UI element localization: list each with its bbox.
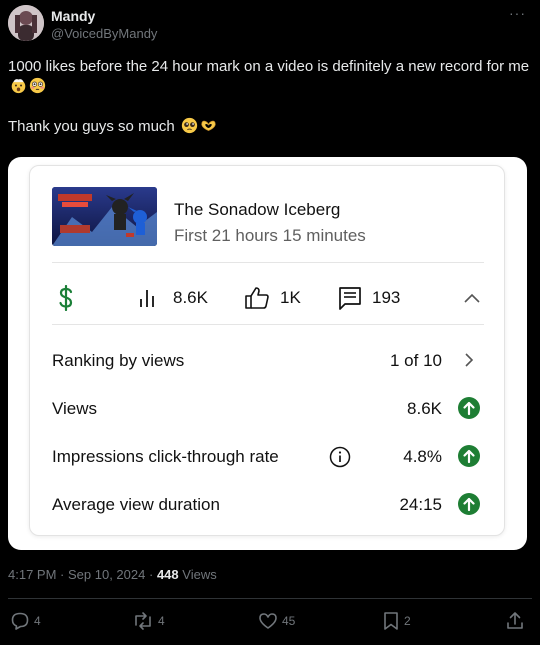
repost-button[interactable]: 4 xyxy=(132,610,165,632)
monetization-icon[interactable] xyxy=(57,278,75,318)
metric-label: Average view duration xyxy=(52,495,220,514)
metric-value: 1 of 10 xyxy=(390,351,442,370)
metric-label: Views xyxy=(52,399,98,418)
divider xyxy=(52,324,484,325)
views-count: 448 xyxy=(156,567,179,582)
tweet-meta: 4:17 PM · Sep 10, 2024 · 448 Views xyxy=(8,567,217,582)
tweet-text: 1000 likes before the 24 hour mark on a … xyxy=(8,57,533,137)
views-stat[interactable]: 8.6K xyxy=(138,278,208,318)
reply-icon xyxy=(11,612,29,630)
tweet-date[interactable]: Sep 10, 2024 xyxy=(68,567,145,582)
metric-row-ctr: Impressions click-through rate 4.8% xyxy=(52,436,484,476)
heart-icon xyxy=(259,613,277,629)
heart-hands-emoji xyxy=(201,120,216,131)
author-handle[interactable]: @VoicedByMandy xyxy=(51,26,157,41)
divider xyxy=(8,598,532,599)
tweet-header: Mandy @VoicedByMandy ··· xyxy=(8,5,532,45)
likes-stat[interactable]: 1K xyxy=(244,278,301,318)
exploding-head-emoji xyxy=(11,79,26,94)
bookmark-icon xyxy=(384,612,398,630)
avatar[interactable] xyxy=(8,5,44,41)
share-button[interactable] xyxy=(505,610,525,632)
metric-label: Ranking by views xyxy=(52,351,185,370)
video-thumbnail[interactable] xyxy=(52,187,157,246)
action-bar: 4 4 45 2 xyxy=(8,610,532,632)
bookmark-count: 2 xyxy=(404,614,411,628)
video-title[interactable]: The Sonadow Iceberg xyxy=(174,200,340,220)
info-icon[interactable] xyxy=(329,446,351,468)
divider xyxy=(52,262,484,263)
share-icon xyxy=(507,612,523,629)
more-icon[interactable]: ··· xyxy=(509,5,526,21)
metric-row-views: Views 8.6K xyxy=(52,388,484,428)
arrow-up-icon xyxy=(458,493,480,515)
tweet-line-1: 1000 likes before the 24 hour mark on a … xyxy=(8,58,530,75)
analytics-card: The Sonadow Iceberg First 21 hours 15 mi… xyxy=(29,165,505,536)
bookmark-button[interactable]: 2 xyxy=(382,610,411,632)
stats-bar: 8.6K 1K 193 xyxy=(52,278,484,318)
video-period: First 21 hours 15 minutes xyxy=(174,226,366,245)
like-button[interactable]: 45 xyxy=(258,610,295,632)
comments-stat[interactable]: 193 xyxy=(338,278,400,318)
reply-count: 4 xyxy=(34,614,41,628)
comments-count: 193 xyxy=(372,288,401,307)
pleading-face-emoji xyxy=(181,117,198,134)
metric-label: Impressions click-through rate xyxy=(52,447,279,466)
thumbs-up-icon xyxy=(245,287,269,309)
tweet-line-2: Thank you guys so much xyxy=(8,118,175,135)
reply-button[interactable]: 4 xyxy=(10,610,41,632)
metric-value: 24:15 xyxy=(399,495,442,514)
comment-icon xyxy=(339,287,361,310)
metric-row-ranking[interactable]: Ranking by views 1 of 10 xyxy=(52,340,484,380)
chevron-right-icon[interactable] xyxy=(458,349,480,371)
like-count: 45 xyxy=(282,614,296,628)
repost-icon xyxy=(135,612,151,630)
metric-row-avg-duration: Average view duration 24:15 xyxy=(52,484,484,524)
views-label: Views xyxy=(182,567,217,582)
metric-value: 8.6K xyxy=(407,399,442,418)
bar-chart-icon xyxy=(140,290,154,307)
tweet-media-image[interactable]: The Sonadow Iceberg First 21 hours 15 mi… xyxy=(8,157,527,550)
chevron-up-icon[interactable] xyxy=(464,278,480,318)
flushed-face-emoji xyxy=(29,77,46,94)
metric-value: 4.8% xyxy=(403,447,442,466)
repost-count: 4 xyxy=(158,614,165,628)
tweet-time[interactable]: 4:17 PM xyxy=(8,567,56,582)
likes-count: 1K xyxy=(280,288,301,307)
arrow-up-icon xyxy=(458,445,480,467)
arrow-up-icon xyxy=(458,397,480,419)
views-count: 8.6K xyxy=(173,288,208,307)
author-name[interactable]: Mandy xyxy=(51,8,95,24)
